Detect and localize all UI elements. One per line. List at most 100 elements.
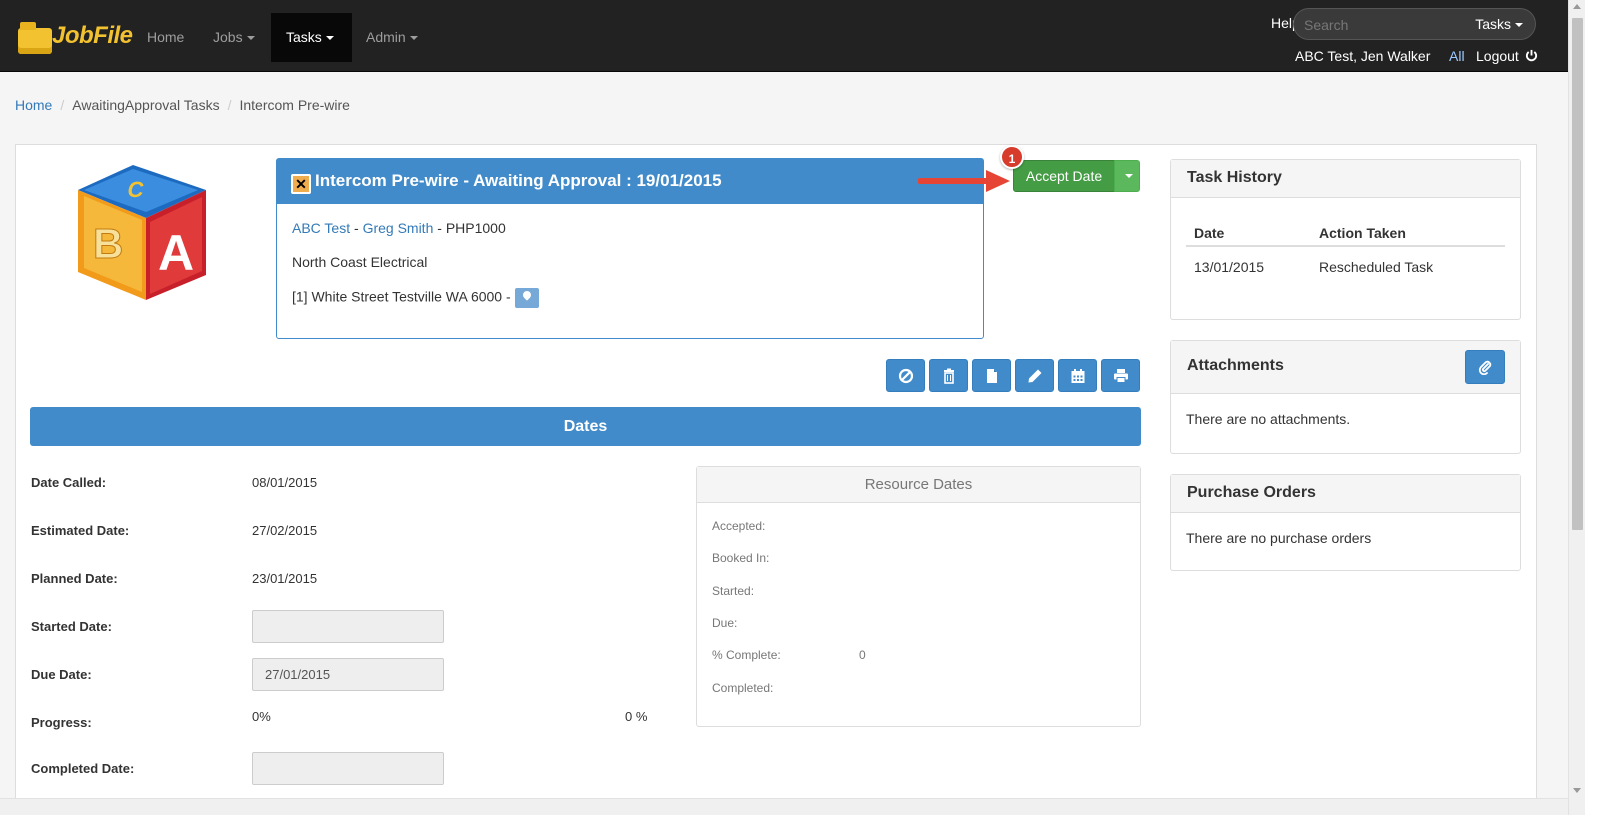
history-date: 13/01/2015 <box>1194 259 1265 275</box>
nav-tasks-label: Tasks <box>286 29 322 45</box>
attachments-panel: Attachments There are no attachments. <box>1170 340 1521 454</box>
ban-icon <box>898 368 914 384</box>
company-name: North Coast Electrical <box>292 254 428 270</box>
purchase-orders-title: Purchase Orders <box>1171 475 1520 513</box>
table-row: 13/01/2015 Rescheduled Task <box>1186 247 1505 287</box>
search-scope-dropdown[interactable]: Tasks <box>1475 16 1523 32</box>
scrollbar-thumb[interactable] <box>1572 18 1583 530</box>
trash-icon <box>944 368 954 384</box>
accept-date-button[interactable]: Accept Date <box>1013 160 1115 192</box>
column-header-action: Action Taken <box>1319 225 1406 241</box>
res-due-label: Due: <box>712 616 738 630</box>
svg-text:A: A <box>158 225 194 281</box>
completed-date-field[interactable] <box>252 752 444 785</box>
horizontal-scrollbar[interactable] <box>0 798 1568 815</box>
task-history-table: Date Action Taken 13/01/2015 Rescheduled… <box>1186 217 1505 287</box>
folder-icon <box>18 22 52 54</box>
close-icon[interactable]: ✕ <box>291 174 311 194</box>
nav-home[interactable]: Home <box>132 13 199 62</box>
dates-section-header: Dates <box>30 407 1141 446</box>
estimated-date-value: 27/02/2015 <box>252 523 318 538</box>
date-called-label: Date Called: <box>31 475 107 490</box>
progress-percent: 0 % <box>625 709 648 724</box>
address-text: [1] White Street Testville WA 6000 - <box>292 288 511 305</box>
all-link[interactable]: All <box>1449 48 1465 64</box>
caret-down-icon <box>246 36 255 41</box>
task-client-line: ABC Test - Greg Smith - PHP1000 <box>292 220 968 254</box>
annotation-arrow-icon <box>918 170 1010 192</box>
search-scope-label: Tasks <box>1475 16 1511 32</box>
logout-label: Logout <box>1476 48 1519 64</box>
add-attachment-button[interactable] <box>1465 350 1505 384</box>
task-title-bar: ✕ Intercom Pre-wire - Awaiting Approval :… <box>277 159 983 204</box>
search-input[interactable] <box>1304 15 1454 35</box>
column-header-date: Date <box>1194 225 1225 241</box>
nav-admin[interactable]: Admin <box>351 13 433 62</box>
logout-link[interactable]: Logout <box>1476 48 1538 64</box>
progress-label: Progress: <box>31 715 92 730</box>
edit-task-button[interactable] <box>1015 359 1054 392</box>
cancel-task-button[interactable] <box>886 359 925 392</box>
nav-home-label: Home <box>147 29 185 45</box>
nav-jobs-label: Jobs <box>213 29 243 45</box>
map-marker-icon[interactable] <box>514 288 539 308</box>
history-action: Rescheduled Task <box>1319 259 1434 275</box>
res-accepted-label: Accepted: <box>712 519 766 533</box>
file-icon <box>987 369 997 383</box>
breadcrumb-home[interactable]: Home <box>15 97 52 113</box>
paperclip-icon <box>1478 360 1492 375</box>
estimated-date-label: Estimated Date: <box>31 523 130 538</box>
user-name[interactable]: ABC Test, Jen Walker <box>1295 48 1430 64</box>
top-navbar: JobFile Home Jobs Tasks Admin Help Tasks… <box>0 0 1568 72</box>
pencil-icon <box>1028 369 1042 383</box>
nav-tasks[interactable]: Tasks <box>271 13 352 62</box>
address-line: [1] White Street Testville WA 6000 - <box>292 288 968 322</box>
attachments-empty-text: There are no attachments. <box>1186 411 1351 427</box>
scroll-down-arrow-icon[interactable] <box>1573 788 1581 793</box>
resource-dates-panel: Resource Dates Accepted: Booked In: Star… <box>696 466 1141 727</box>
progress-value: 0% <box>252 709 271 724</box>
purchase-orders-empty-text: There are no purchase orders <box>1186 530 1372 546</box>
calendar-icon <box>1071 369 1085 383</box>
planned-date-value: 23/01/2015 <box>252 571 318 586</box>
nav-admin-label: Admin <box>366 29 406 45</box>
res-completed-label: Completed: <box>712 681 774 695</box>
logo-text: JobFile <box>52 22 133 49</box>
caret-down-icon <box>1125 174 1133 179</box>
print-icon <box>1114 369 1128 383</box>
print-button[interactable] <box>1101 359 1140 392</box>
purchase-orders-panel: Purchase Orders There are no purchase or… <box>1170 474 1521 571</box>
search-box: Tasks <box>1293 8 1536 40</box>
scroll-up-arrow-icon[interactable] <box>1573 4 1581 9</box>
vertical-scrollbar[interactable] <box>1568 0 1585 815</box>
task-title: Intercom Pre-wire - Awaiting Approval : … <box>315 171 722 190</box>
resource-dates-title: Resource Dates <box>697 467 1140 503</box>
date-called-value: 08/01/2015 <box>252 475 318 490</box>
jobfile-logo[interactable]: JobFile <box>14 8 133 60</box>
annotation-badge: 1 <box>1000 145 1024 169</box>
caret-down-icon <box>409 36 418 41</box>
breadcrumb-current: Intercom Pre-wire <box>239 97 350 113</box>
client-link[interactable]: ABC Test <box>292 220 350 236</box>
schedule-button[interactable] <box>1058 359 1097 392</box>
due-date-field[interactable]: 27/01/2015 <box>252 658 444 691</box>
res-started-label: Started: <box>712 584 755 598</box>
contact-link[interactable]: Greg Smith <box>363 220 434 236</box>
accept-date-dropdown[interactable] <box>1114 160 1140 192</box>
abc-block-image: C B A <box>78 165 206 300</box>
svg-text:B: B <box>93 220 123 267</box>
job-code: - PHP1000 <box>437 220 506 236</box>
caret-down-icon <box>1515 23 1523 28</box>
task-history-title: Task History <box>1171 160 1520 198</box>
document-button[interactable] <box>972 359 1011 392</box>
started-date-field[interactable] <box>252 610 444 643</box>
caret-down-icon <box>325 36 334 41</box>
delete-task-button[interactable] <box>929 359 968 392</box>
breadcrumb-section[interactable]: AwaitingApproval Tasks <box>72 97 219 113</box>
power-icon <box>1525 49 1537 62</box>
link-separator: - <box>354 220 359 236</box>
started-date-label: Started Date: <box>31 619 112 634</box>
completed-date-label: Completed Date: <box>31 761 135 776</box>
table-header-row: Date Action Taken <box>1186 217 1505 247</box>
nav-jobs[interactable]: Jobs <box>198 13 270 62</box>
